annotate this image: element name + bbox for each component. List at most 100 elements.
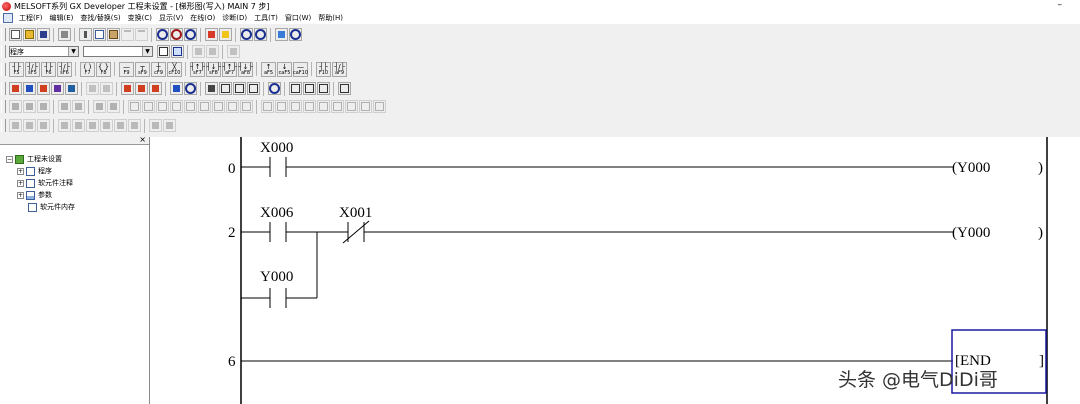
ladder-grid2-icon[interactable] <box>303 82 316 95</box>
statement-edit-icon[interactable] <box>135 82 148 95</box>
coil-y000[interactable]: (Y000 <box>952 225 990 241</box>
new-project-button[interactable] <box>9 28 22 41</box>
step-display-icon[interactable] <box>219 82 232 95</box>
menu-tools[interactable]: 工具(T) <box>254 13 278 23</box>
convert-all-icon[interactable] <box>100 82 113 95</box>
note-edit-icon[interactable] <box>149 82 162 95</box>
contact-x006[interactable] <box>269 222 287 242</box>
write-mode-icon[interactable] <box>9 82 22 95</box>
ladder-symbol-button-f6[interactable]: ┤├ F6 <box>41 62 56 77</box>
collapse-icon[interactable]: − <box>6 155 13 163</box>
comment-button[interactable] <box>192 45 205 58</box>
list-mode-button[interactable] <box>227 45 240 58</box>
read-mode-icon[interactable] <box>23 82 36 95</box>
menu-window[interactable]: 窗口(W) <box>285 13 311 23</box>
line-count-icon[interactable] <box>247 82 260 95</box>
ladder-monitor-button[interactable] <box>275 28 288 41</box>
ladder-symbol-button-f5[interactable]: ┤├ F5 <box>9 62 24 77</box>
online-icon-1[interactable] <box>9 119 22 132</box>
contact-count-icon[interactable] <box>233 82 246 95</box>
plc-write-button[interactable] <box>205 28 218 41</box>
ladder-symbol-button-af5[interactable]: ↑ aF5 <box>261 62 276 77</box>
tree-item-device-memory[interactable]: 软元件内存 <box>0 201 149 213</box>
ladder-symbol-button-cf9[interactable]: ┼ cF9 <box>151 62 166 77</box>
sfc-select-icon[interactable] <box>128 100 141 113</box>
ladder-symbol-button-af7[interactable]: ┤↑├ aF7 <box>222 62 237 77</box>
tree-item-program[interactable]: + 程序 <box>0 165 149 177</box>
contact-x000[interactable] <box>269 157 287 177</box>
menu-find-replace[interactable]: 查找/替换(S) <box>80 13 120 23</box>
redo-button[interactable] <box>135 28 148 41</box>
expand-icon[interactable]: + <box>17 167 24 175</box>
alias-icon[interactable] <box>184 82 197 95</box>
chevron-down-icon[interactable]: ▼ <box>142 47 152 56</box>
paste-button[interactable] <box>107 28 120 41</box>
cut-button[interactable] <box>79 28 92 41</box>
comment-edit-icon[interactable] <box>121 82 134 95</box>
sfc-line3-icon[interactable] <box>212 100 225 113</box>
ladder-symbol-button-f8[interactable]: { } F8 <box>96 62 111 77</box>
sfc-line-icon[interactable] <box>184 100 197 113</box>
sfc-block7-icon[interactable] <box>345 100 358 113</box>
sfc-transition-icon[interactable] <box>23 100 36 113</box>
device-test-button[interactable] <box>289 28 302 41</box>
ladder-symbol-button-af9[interactable]: ┤/├ aF9 <box>332 62 347 77</box>
step-search-icon[interactable] <box>184 28 197 41</box>
sfc-block8-icon[interactable] <box>359 100 372 113</box>
ladder-symbol-button-sf8[interactable]: ┤↓├ sF8 <box>206 62 221 77</box>
online-icon-10[interactable] <box>149 119 162 132</box>
sfc-block4-icon[interactable] <box>303 100 316 113</box>
sfc-jump-icon[interactable] <box>37 100 50 113</box>
menu-diagnostics[interactable]: 诊断(D) <box>222 13 247 23</box>
online-icon-8[interactable] <box>114 119 127 132</box>
toolbar-grip[interactable] <box>1 100 6 113</box>
expand-icon[interactable]: + <box>17 179 24 187</box>
sfc-block-icon[interactable] <box>261 100 274 113</box>
ladder-symbol-button-f7[interactable]: ( ) F7 <box>80 62 95 77</box>
sfc-dummy-icon[interactable] <box>72 100 85 113</box>
online-icon-11[interactable] <box>163 119 176 132</box>
tree-item-device-comment[interactable]: + 软元件注释 <box>0 177 149 189</box>
sfc-line5-icon[interactable] <box>240 100 253 113</box>
print-button[interactable] <box>58 28 71 41</box>
sfc-branch2-icon[interactable] <box>107 100 120 113</box>
close-icon[interactable]: × <box>139 135 146 144</box>
sfc-parallel-icon[interactable] <box>156 100 169 113</box>
data-type-select[interactable]: 程序 ▼ <box>9 46 79 57</box>
ladder-editor[interactable]: 0 X000 (Y000 ) 2 X006 X001 (Y000 ) Y000 … <box>150 137 1080 404</box>
sfc-line4-icon[interactable] <box>226 100 239 113</box>
ladder-symbol-button-sf5[interactable]: ┤/├ sF5 <box>25 62 40 77</box>
monitor-mode-icon[interactable] <box>37 82 50 95</box>
ladder-symbol-button-f10[interactable]: ┤├ F10 <box>316 62 331 77</box>
plc-read-button[interactable] <box>219 28 232 41</box>
sfc-parallel2-icon[interactable] <box>170 100 183 113</box>
coil-y000[interactable]: (Y000 <box>952 160 990 176</box>
menu-online[interactable]: 在线(O) <box>190 13 215 23</box>
online-icon-7[interactable] <box>100 119 113 132</box>
toolbar-grip[interactable] <box>1 45 6 58</box>
sfc-step-icon[interactable] <box>9 100 22 113</box>
sfc-end-icon[interactable] <box>58 100 71 113</box>
program-list-button[interactable] <box>157 45 170 58</box>
chevron-down-icon[interactable]: ▼ <box>68 47 78 56</box>
online-icon-4[interactable] <box>58 119 71 132</box>
sfc-block2-icon[interactable] <box>275 100 288 113</box>
ladder-grid-icon[interactable] <box>289 82 302 95</box>
copy-button[interactable] <box>93 28 106 41</box>
save-button[interactable] <box>37 28 50 41</box>
ladder-symbol-button-sf9[interactable]: ┬ sF9 <box>135 62 150 77</box>
ladder-symbol-button-caf10[interactable]: — caF10 <box>293 62 308 77</box>
monitor-stop-button[interactable] <box>254 28 267 41</box>
ladder-symbol-button-cf10[interactable]: ╳ cF10 <box>167 62 182 77</box>
online-icon-5[interactable] <box>72 119 85 132</box>
window-icon[interactable] <box>338 82 351 95</box>
online-icon-9[interactable] <box>128 119 141 132</box>
edit-icon[interactable] <box>65 82 78 95</box>
toolbar-grip[interactable] <box>1 119 6 132</box>
undo-button[interactable] <box>121 28 134 41</box>
convert-icon[interactable] <box>86 82 99 95</box>
sfc-block5-icon[interactable] <box>317 100 330 113</box>
statement-button[interactable] <box>206 45 219 58</box>
expand-icon[interactable]: + <box>17 191 24 199</box>
sfc-branch-icon[interactable] <box>93 100 106 113</box>
